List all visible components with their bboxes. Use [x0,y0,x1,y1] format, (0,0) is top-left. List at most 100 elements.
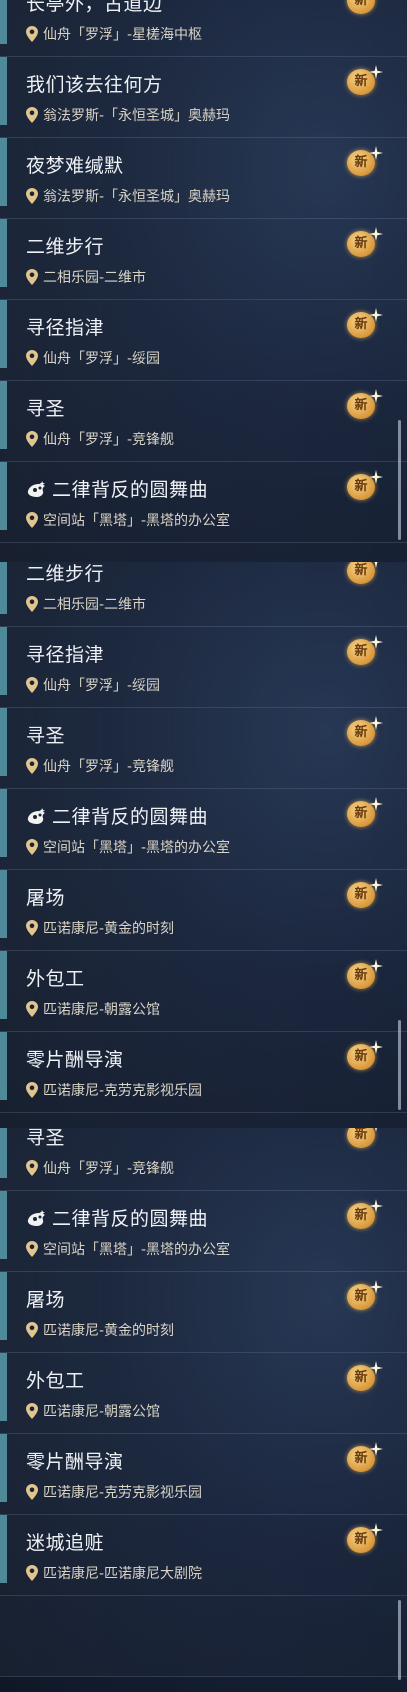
location-pin-icon [26,188,38,204]
row-accent-bar [0,789,7,857]
new-badge: 新 [345,878,385,910]
event-mask-icon [27,481,45,497]
quest-location-text: 匹诺康尼-克劳克影视乐园 [43,1083,203,1099]
quest-location: 空间站「黑塔」-黑塔的办公室 [26,837,230,857]
quest-location-text: 仙舟「罗浮」-竞锋舰 [43,432,175,448]
event-mask-icon [27,808,45,824]
new-badge: 新 [345,1361,385,1393]
row-accent-bar [0,57,7,125]
row-accent-bar [0,1032,7,1100]
location-pin-icon [26,107,38,123]
row-accent-bar [0,627,7,695]
sparkle-icon [369,65,383,79]
quest-list-item[interactable]: 我们该去往何方 翁法罗斯-「永恒圣城」奥赫玛 新 [0,57,407,138]
new-badge: 新 [345,1280,385,1312]
location-pin-icon [26,1403,38,1419]
quest-list-item[interactable]: 零片酬导演 匹诺康尼-克劳克影视乐园 新 [0,1032,407,1113]
sparkle-icon [375,1128,377,1132]
new-badge: 新 [345,470,385,502]
new-badge: 新 [345,959,385,991]
row-accent-bar [0,462,7,530]
quest-title-text: 二维步行 [26,236,105,258]
quest-title-text: 寻圣 [26,398,66,420]
quest-title-text: 二律背反的圆舞曲 [52,806,209,828]
new-badge: 新 [345,635,385,667]
quest-location: 仙舟「罗浮」-竞锋舰 [26,1158,174,1178]
quest-title-text: 长亭外，古道边 [26,0,163,15]
row-accent-bar [0,1353,7,1421]
row-accent-bar [0,219,7,287]
quest-title: 寻径指津 [26,640,104,667]
row-accent-bar [0,1272,7,1340]
quest-title: 我们该去往何方 [26,70,163,97]
scrollbar-thumb[interactable] [398,420,401,540]
sparkle-icon [369,1361,383,1375]
quest-title: 二维步行 [26,232,104,259]
row-accent-bar [0,870,7,938]
quest-location-text: 翁法罗斯-「永恒圣城」奥赫玛 [43,108,231,124]
row-accent-bar [0,562,7,614]
quest-title-text: 寻径指津 [26,317,105,339]
quest-title-text: 二维步行 [26,563,105,585]
quest-location-text: 匹诺康尼-黄金的时刻 [43,921,175,937]
quest-title-text: 二律背反的圆舞曲 [52,1208,209,1230]
quest-title: 屠场 [26,1285,65,1312]
new-badge: 新 [345,227,385,259]
quest-title-text: 夜梦难缄默 [26,155,124,177]
quest-location-text: 空间站「黑塔」-黑塔的办公室 [43,1242,231,1258]
quest-list-item[interactable]: 屠场匹诺康尼-黄金的时刻 新 [0,1272,407,1353]
quest-list-item-partial[interactable] [0,1113,407,1128]
quest-list-item[interactable]: 屠场 匹诺康尼-黄金的时刻 新 [0,870,407,951]
quest-list-item[interactable]: 夜梦难缄默 翁法罗斯-「永恒圣城」奥赫玛 新 [0,138,407,219]
location-pin-icon [26,677,38,693]
quest-title-text: 零片酬导演 [26,1049,124,1071]
quest-location-text: 仙舟「罗浮」-绥园 [43,678,161,694]
new-badge-label: 新 [347,0,375,14]
quest-location-text: 空间站「黑塔」-黑塔的办公室 [43,840,231,856]
sparkle-icon [369,146,383,160]
quest-list-item-partial[interactable] [0,543,407,562]
quest-list-panel: 二维步行 二相乐园-二维市新寻径指津 仙舟「罗浮」-绥园新寻圣 仙舟「罗浮」-竞锋舰新… [0,562,407,1128]
location-pin-icon [26,431,38,447]
quest-list-item[interactable]: 寻径指津 仙舟「罗浮」-绥园 新 [0,300,407,381]
quest-location: 匹诺康尼-黄金的时刻 [26,918,174,938]
quest-list-item[interactable]: 寻圣 仙舟「罗浮」-竞锋舰 新 [0,1128,407,1191]
sparkle-icon [369,1442,383,1456]
quest-list-item[interactable]: 二律背反的圆舞曲 空间站「黑塔」-黑塔的办公室 新 [0,789,407,870]
quest-title: 外包工 [26,964,85,991]
quest-title: 寻圣 [26,394,65,421]
quest-title: 二律背反的圆舞曲 [26,1204,208,1231]
quest-list-item[interactable]: 寻径指津仙舟「罗浮」-绥园 新 [0,627,407,708]
quest-location: 二相乐园-二维市 [26,594,146,614]
quest-list-item[interactable]: 二律背反的圆舞曲 空间站「黑塔」-黑塔的办公室 新 [0,462,407,543]
quest-location: 仙舟「罗浮」-竞锋舰 [26,756,174,776]
quest-list-item[interactable]: 寻圣 仙舟「罗浮」-竞锋舰 新 [0,708,407,789]
scrollbar-thumb[interactable] [398,1020,401,1110]
quest-location: 仙舟「罗浮」-星槎海中枢 [26,24,202,44]
quest-list-item[interactable]: 长亭外，古道边仙舟「罗浮」-星槎海中枢 新 [0,0,407,57]
quest-list-item[interactable]: 零片酬导演 匹诺康尼-克劳克影视乐园 新 [0,1434,407,1515]
sparkle-icon [369,470,383,484]
quest-list-item-partial[interactable] [0,1596,407,1677]
quest-location: 匹诺康尼-黄金的时刻 [26,1320,174,1340]
location-pin-icon [26,839,38,855]
quest-title-text: 寻圣 [26,725,66,747]
quest-list-item[interactable]: 二维步行 二相乐园-二维市 新 [0,562,407,627]
quest-list-item[interactable]: 迷城追赃 匹诺康尼-匹诺康尼大剧院 新 [0,1515,407,1596]
quest-list-item[interactable]: 外包工 匹诺康尼-朝露公馆 新 [0,1353,407,1434]
location-pin-icon [26,1082,38,1098]
quest-location: 空间站「黑塔」-黑塔的办公室 [26,1239,230,1259]
quest-title-text: 零片酬导演 [26,1451,124,1473]
quest-list-item[interactable]: 外包工 匹诺康尼-朝露公馆 新 [0,951,407,1032]
scrollbar-thumb[interactable] [398,1600,401,1680]
quest-list-item[interactable]: 寻圣 仙舟「罗浮」-竞锋舰 新 [0,381,407,462]
location-pin-icon [26,596,38,612]
sparkle-icon [369,635,383,649]
location-pin-icon [26,758,38,774]
quest-list-item[interactable]: 二维步行 二相乐园-二维市 新 [0,219,407,300]
quest-location: 匹诺康尼-克劳克影视乐园 [26,1482,202,1502]
quest-location-text: 匹诺康尼-匹诺康尼大剧院 [43,1566,203,1582]
quest-location: 匹诺康尼-匹诺康尼大剧院 [26,1563,202,1583]
quest-list-item[interactable]: 二律背反的圆舞曲 空间站「黑塔」-黑塔的办公室 新 [0,1191,407,1272]
location-pin-icon [26,1322,38,1338]
